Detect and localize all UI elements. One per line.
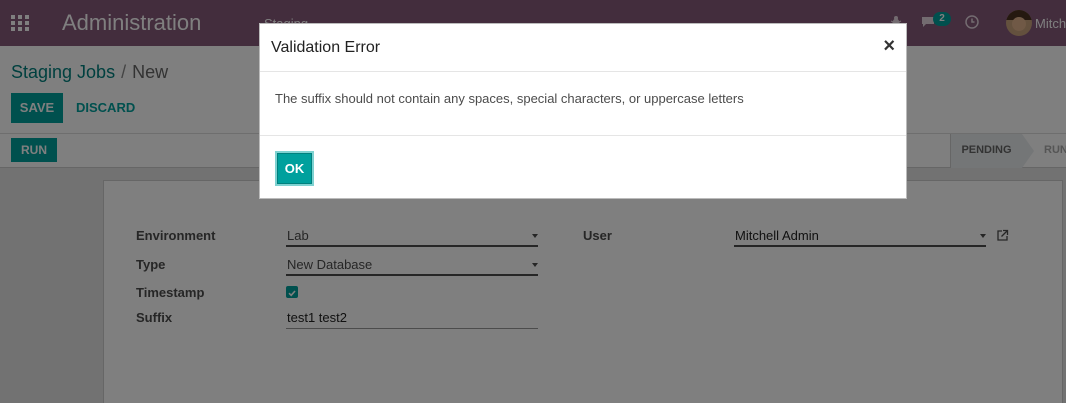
dialog-title: Validation Error [271, 39, 381, 56]
ok-button[interactable]: OK [275, 151, 314, 186]
dialog-header: Validation Error × [260, 24, 906, 72]
dialog-message: The suffix should not contain any spaces… [275, 91, 744, 106]
close-icon[interactable]: × [883, 36, 895, 56]
dialog-body: The suffix should not contain any spaces… [260, 72, 906, 136]
validation-error-dialog: Validation Error × The suffix should not… [259, 23, 907, 199]
